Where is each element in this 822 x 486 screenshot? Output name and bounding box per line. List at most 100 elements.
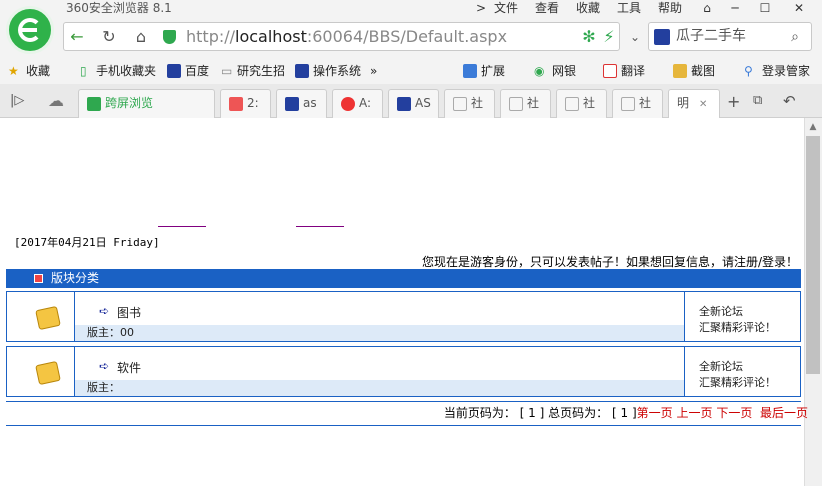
scroll-up-icon[interactable]: ▲ (806, 120, 820, 134)
forum-folder-icon (35, 360, 61, 386)
minimize-icon[interactable]: ─ (722, 0, 748, 16)
security-shield-icon[interactable] (163, 30, 176, 44)
menu-help[interactable]: 帮助 (658, 0, 682, 16)
page-icon (565, 96, 579, 111)
header-link-underline[interactable] (296, 226, 344, 227)
forum-row: ➪ 软件 版主： 全新论坛 汇聚精彩评论！ (6, 346, 801, 397)
logo-e-bar (21, 28, 37, 32)
tab-label: 社 (583, 96, 596, 110)
bookmark-os[interactable]: 操作系统 (313, 58, 361, 84)
url-path: :60064/BBS/Default.aspx (306, 27, 508, 46)
arrow-right-icon: ➪ (99, 304, 110, 318)
pager-prev-link[interactable]: 上一页 (676, 406, 712, 420)
search-icon[interactable]: ⌕ (784, 26, 806, 48)
arrow-right-icon: ➪ (99, 359, 110, 373)
forum-name-link[interactable]: 软件 (117, 359, 141, 376)
baidu-icon (397, 96, 411, 111)
forum-icon-cell (7, 347, 75, 396)
forum-desc-line: 汇聚精彩评论！ (699, 376, 776, 389)
bookmark-favorites[interactable]: 收藏 (26, 58, 50, 84)
forum-name-link[interactable]: 图书 (117, 304, 141, 321)
tab-page-4[interactable]: 社 (612, 89, 663, 118)
tab-baidu-1[interactable]: as (276, 89, 327, 118)
tab-label: 社 (527, 96, 540, 110)
loading-icon: ✻ (582, 27, 596, 46)
maximize-icon[interactable]: ☐ (752, 0, 778, 16)
url-prefix: http:// (186, 27, 236, 46)
tab-label: 社 (471, 96, 484, 110)
tab-cross-screen[interactable]: 跨屏浏览 (78, 89, 215, 118)
menu-favorites[interactable]: 收藏 (576, 0, 600, 16)
pager-last-link[interactable]: 最后一页 (760, 406, 808, 420)
menu-file[interactable]: 文件 (494, 0, 518, 16)
tab-page-2[interactable]: 社 (500, 89, 551, 118)
page-icon (509, 96, 523, 111)
toolbar-extension[interactable]: 扩展 (481, 58, 505, 84)
phone-icon: ▯ (80, 64, 87, 78)
guest-notice[interactable]: 您现在是游客身份，只可以发表帖子！如果想回复信息，请注册/登录！ (422, 253, 798, 270)
pager-first-link[interactable]: 第一页 (637, 406, 673, 420)
bookmark-baidu[interactable]: 百度 (185, 58, 209, 84)
toolbar-translate[interactable]: 翻译 (621, 58, 645, 84)
sidebar-toggle-icon[interactable]: |▷ (10, 93, 24, 108)
forum-description: 全新论坛 汇聚精彩评论！ (699, 304, 776, 336)
tab-label: 明 (677, 96, 690, 110)
header-link-underline[interactable] (158, 226, 206, 227)
pager-next-link[interactable]: 下一页 (716, 406, 752, 420)
toolbar-screenshot[interactable]: 截图 (691, 58, 715, 84)
cloud-icon[interactable]: ☁ (48, 91, 64, 110)
tab-sogou[interactable]: A: (332, 89, 383, 118)
baidu-icon (167, 64, 181, 78)
close-icon[interactable]: ✕ (786, 0, 812, 16)
toolbar-login-manager[interactable]: 登录管家 (762, 58, 810, 84)
page-icon: ▭ (221, 64, 233, 78)
url-host: localhost (235, 27, 307, 46)
tab-2345[interactable]: 2: (220, 89, 271, 118)
translate-icon (603, 64, 617, 78)
tab-baidu-2[interactable]: AS (388, 89, 439, 118)
home-icon[interactable]: ⌂ (130, 26, 152, 48)
refresh-icon[interactable]: ↻ (98, 26, 120, 48)
search-engine-icon[interactable] (654, 29, 670, 45)
browser-logo-icon[interactable] (6, 6, 54, 54)
pager: 当前页码为： [ 1 ] 总页码为： [ 1 ]第一页 上一页 下一页 最后一页 (444, 404, 808, 421)
pager-current-value: [ 1 ] (519, 406, 545, 420)
forum-desc-line: 全新论坛 (699, 360, 743, 373)
menu-view[interactable]: 查看 (535, 0, 559, 16)
pager-total-value: [ 1 ] (612, 406, 637, 420)
tab-list-icon[interactable]: ⧉ (753, 93, 762, 108)
scrollbar-thumb[interactable] (806, 136, 820, 374)
search-input[interactable]: 瓜子二手车 (676, 22, 746, 51)
restore-tab-icon[interactable]: ↶ (783, 92, 796, 110)
forum-icon-cell (7, 292, 75, 341)
tab-close-icon[interactable]: ✕ (699, 99, 707, 110)
menu-arrow-icon[interactable]: > (476, 0, 486, 16)
url-dropdown-icon[interactable]: ⌄ (624, 26, 646, 48)
forum-moderator: 版主：00 (75, 325, 684, 341)
accelerate-icon[interactable]: ⚡ (598, 26, 620, 48)
tab-page-1[interactable]: 社 (444, 89, 495, 118)
skin-icon[interactable]: ⌂ (694, 0, 720, 16)
tab-label: as (303, 96, 317, 110)
tab-label: 社 (639, 96, 652, 110)
bookmark-graduate[interactable]: 研究生招 (237, 58, 285, 84)
forum-main-cell: ➪ 图书 版主：00 (75, 292, 685, 341)
forum-desc-cell: 全新论坛汇聚精彩评论！ (685, 347, 800, 396)
url-text[interactable]: http://localhost:60064/BBS/Default.aspx (186, 22, 507, 51)
forum-desc-cell: 全新论坛 汇聚精彩评论！ (685, 292, 800, 341)
back-icon[interactable]: ← (66, 26, 88, 48)
pager-bottom-divider (6, 425, 801, 426)
new-tab-icon[interactable]: + (727, 92, 740, 111)
sogou-icon (341, 96, 355, 111)
tab-label: AS (415, 96, 431, 110)
toolbar-bank[interactable]: 网银 (552, 58, 576, 84)
section-bullet-icon (34, 274, 43, 283)
bank-icon: ◉ (534, 64, 545, 78)
tab-page-3[interactable]: 社 (556, 89, 607, 118)
more-bookmarks-icon[interactable]: » (370, 58, 377, 84)
section-header (6, 269, 801, 288)
app-title: 360安全浏览器 8.1 (66, 1, 172, 15)
menu-tools[interactable]: 工具 (617, 0, 641, 16)
bookmark-mobile[interactable]: 手机收藏夹 (96, 58, 156, 84)
tab-active[interactable]: 明 ✕ (668, 89, 720, 119)
